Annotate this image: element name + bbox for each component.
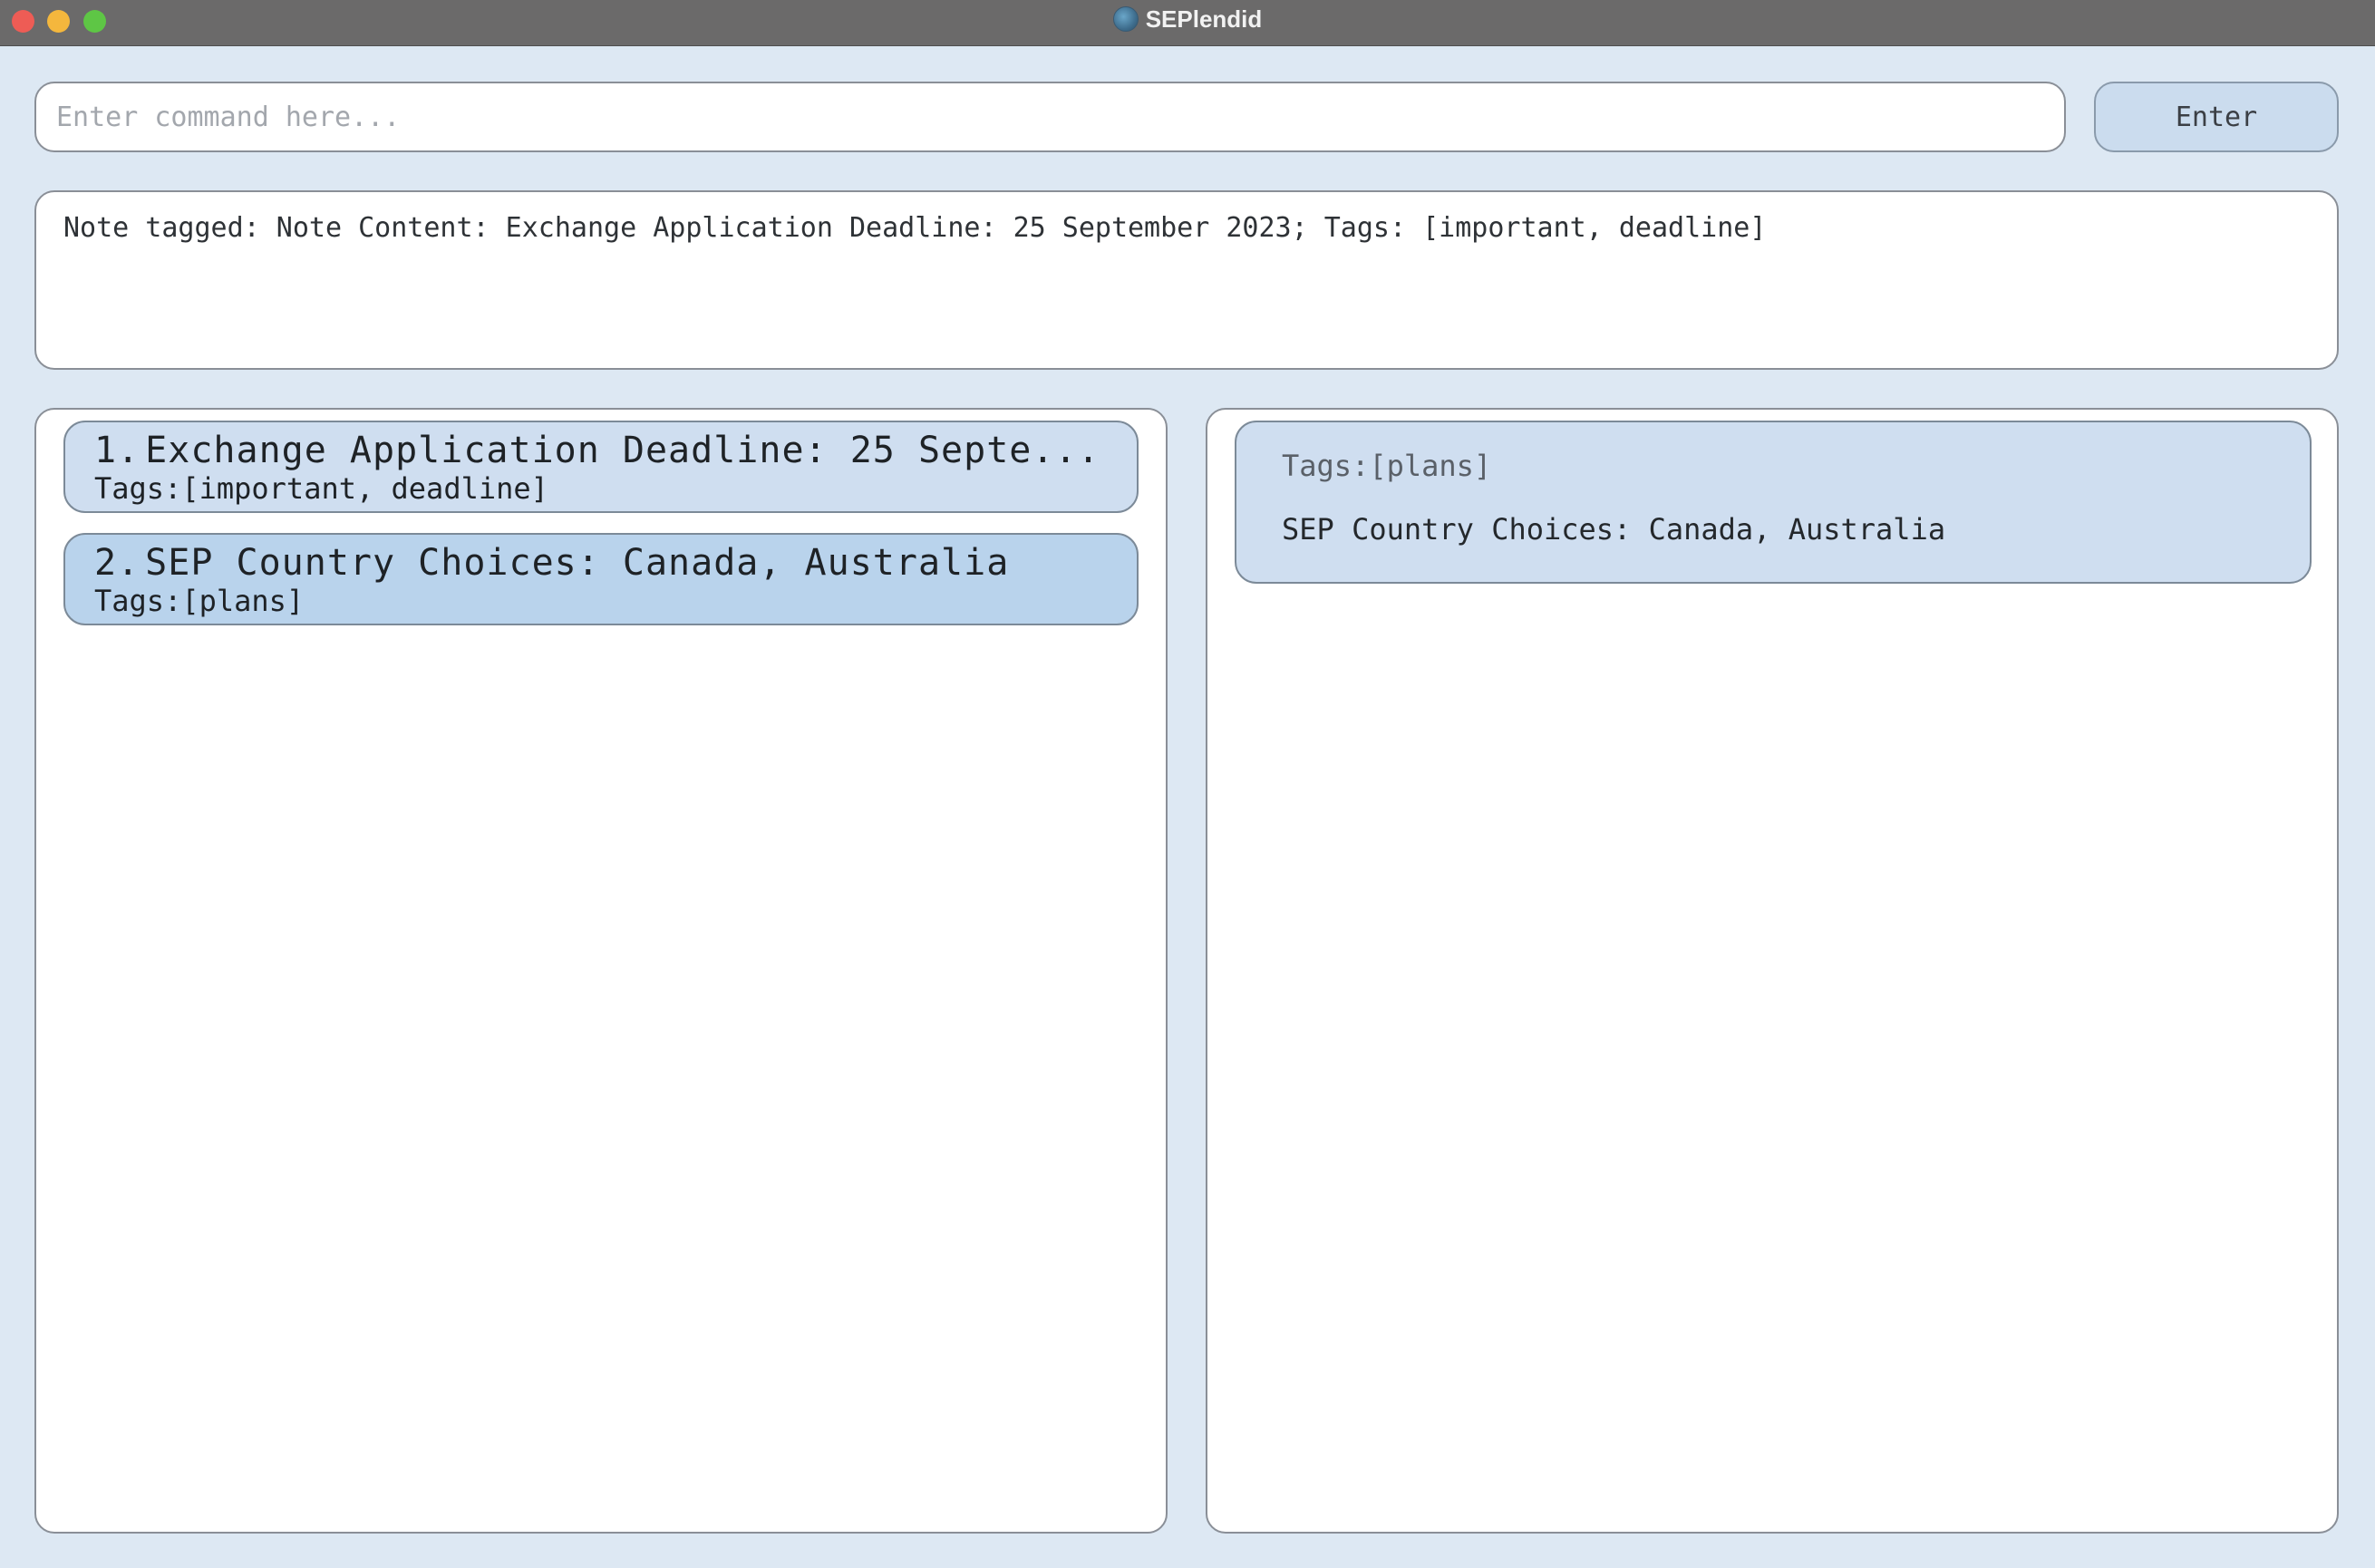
window-title: SEPlendid <box>1145 5 1263 33</box>
globe-app-icon <box>1112 6 1139 32</box>
note-title: SEP Country Choices: Canada, Australia <box>145 542 1010 584</box>
detail-content: SEP Country Choices: Canada, Australia <box>1282 512 1946 547</box>
note-tags: Tags:[important, deadline] <box>94 471 548 506</box>
note-title-line: 1. Exchange Application Deadline: 25 Sept… <box>94 430 1137 471</box>
enter-button[interactable]: Enter <box>2094 82 2339 152</box>
note-index: 2. <box>94 542 141 584</box>
command-result-display: Note tagged: Note Content: Exchange Appl… <box>34 190 2339 370</box>
note-index: 1. <box>94 430 141 471</box>
title-bar: SEPlendid <box>0 0 2375 46</box>
note-list-item-selected[interactable]: 2. SEP Country Choices: Canada, Australia… <box>63 533 1139 625</box>
note-detail-panel: Tags:[plans] SEP Country Choices: Canada… <box>1206 408 2339 1534</box>
note-title: Exchange Application Deadline: 25 Septe.… <box>145 430 1100 471</box>
note-list-item[interactable]: 1. Exchange Application Deadline: 25 Sept… <box>63 421 1139 513</box>
detail-tags: Tags:[plans] <box>1282 449 1492 483</box>
note-detail-card: Tags:[plans] SEP Country Choices: Canada… <box>1235 421 2312 584</box>
note-tags: Tags:[plans] <box>94 584 305 618</box>
note-list-panel: 1. Exchange Application Deadline: 25 Sept… <box>34 408 1168 1534</box>
note-title-line: 2. SEP Country Choices: Canada, Australia <box>94 542 1137 584</box>
title-wrap: SEPlendid <box>0 0 2375 38</box>
command-input[interactable] <box>34 82 2066 152</box>
